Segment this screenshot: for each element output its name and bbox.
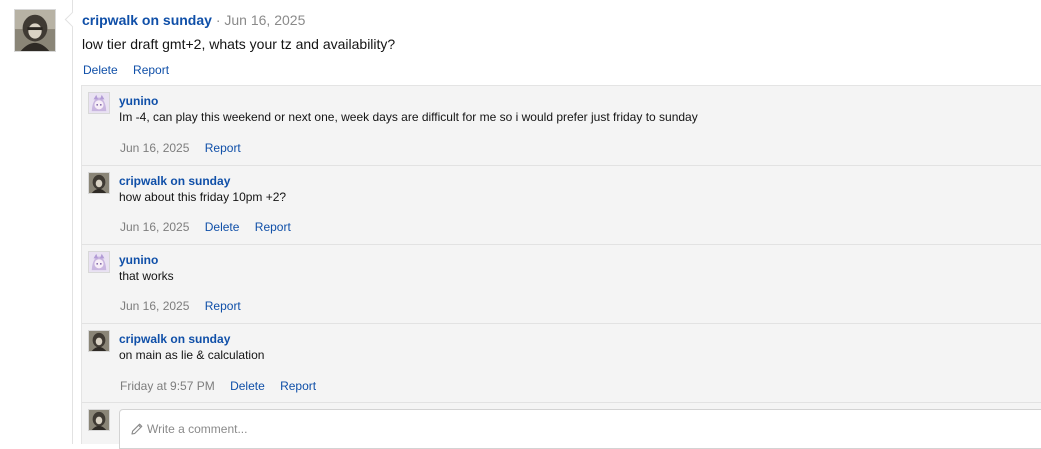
- reply-author-avatar[interactable]: [88, 330, 110, 352]
- reply-report-link[interactable]: Report: [280, 379, 316, 393]
- reply-meta: Friday at 9:57 PM Delete Report: [120, 379, 328, 393]
- anime-avatar-icon: [89, 93, 109, 113]
- reply-author-avatar[interactable]: [88, 251, 110, 273]
- current-user-avatar[interactable]: [88, 409, 110, 431]
- reply-author-avatar[interactable]: [88, 92, 110, 114]
- anime-avatar-icon: [89, 252, 109, 272]
- pencil-icon: [131, 423, 143, 435]
- reply-report-link[interactable]: Report: [205, 299, 241, 313]
- post-header-separator: ·: [215, 12, 221, 28]
- reply-meta: Jun 16, 2025 Report: [120, 141, 253, 155]
- reply-item: yunino Im -4, can play this weekend or n…: [82, 86, 1041, 166]
- hooded-figure-avatar-icon: [15, 10, 55, 51]
- post-delete-link[interactable]: Delete: [83, 63, 118, 77]
- comment-input[interactable]: [147, 420, 1027, 438]
- reply-author[interactable]: cripwalk on sunday: [119, 332, 230, 346]
- reply-body: on main as lie & calculation: [119, 348, 265, 362]
- hooded-figure-avatar-icon: [89, 173, 109, 193]
- reply-report-link[interactable]: Report: [255, 220, 291, 234]
- reply-date[interactable]: Friday at 9:57 PM: [120, 379, 215, 393]
- post-actions: Delete Report: [83, 63, 181, 77]
- post-date[interactable]: Jun 16, 2025: [224, 12, 305, 28]
- reply-author[interactable]: cripwalk on sunday: [119, 174, 230, 188]
- post-author-link[interactable]: cripwalk on sunday: [82, 12, 212, 28]
- reply-date[interactable]: Jun 16, 2025: [120, 299, 189, 313]
- post-pointer: [64, 11, 81, 28]
- reply-author-avatar[interactable]: [88, 172, 110, 194]
- reply-date[interactable]: Jun 16, 2025: [120, 220, 189, 234]
- reply-item: cripwalk on sunday how about this friday…: [82, 166, 1041, 245]
- reply-body: that works: [119, 269, 174, 283]
- reply-delete-link[interactable]: Delete: [205, 220, 240, 234]
- thread-rail: [72, 0, 73, 444]
- hooded-figure-avatar-icon: [89, 410, 109, 430]
- post-author-avatar[interactable]: [14, 9, 56, 52]
- reply-delete-link[interactable]: Delete: [230, 379, 265, 393]
- reply-item: cripwalk on sunday on main as lie & calc…: [82, 324, 1041, 403]
- reply-author[interactable]: yunino: [119, 253, 158, 267]
- reply-meta: Jun 16, 2025 Delete Report: [120, 220, 303, 234]
- reply-report-link[interactable]: Report: [205, 141, 241, 155]
- post-body: low tier draft gmt+2, whats your tz and …: [82, 36, 396, 52]
- reply-author[interactable]: yunino: [119, 94, 158, 108]
- reply-meta: Jun 16, 2025 Report: [120, 299, 253, 313]
- post-report-link[interactable]: Report: [133, 63, 169, 77]
- post-header: cripwalk on sunday · Jun 16, 2025: [82, 12, 305, 28]
- reply-body: Im -4, can play this weekend or next one…: [119, 110, 698, 124]
- replies-container: yunino Im -4, can play this weekend or n…: [81, 85, 1041, 449]
- hooded-figure-avatar-icon: [89, 331, 109, 351]
- comment-box[interactable]: [119, 409, 1041, 449]
- comment-composer: [82, 403, 1041, 449]
- reply-body: how about this friday 10pm +2?: [119, 190, 287, 204]
- reply-date[interactable]: Jun 16, 2025: [120, 141, 189, 155]
- reply-item: yunino that works Jun 16, 2025 Report: [82, 245, 1041, 324]
